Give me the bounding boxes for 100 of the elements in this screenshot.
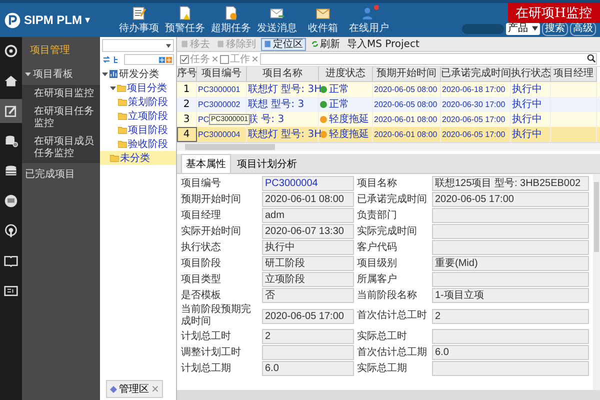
form-field[interactable]: [432, 272, 589, 287]
menu-item[interactable]: 在研项目监控: [22, 85, 100, 103]
form-field[interactable]: 6.0: [432, 345, 589, 360]
chart-icon: [109, 70, 118, 78]
field-label: 项目名称: [357, 178, 398, 190]
caret-icon[interactable]: [532, 26, 538, 31]
form-field[interactable]: 否: [262, 288, 354, 303]
tree-item[interactable]: 策划阶段: [128, 95, 168, 109]
form-field[interactable]: 2: [262, 329, 354, 344]
collapse-icon[interactable]: [110, 85, 116, 91]
table-cell: 4: [177, 127, 197, 142]
toolbar-button[interactable]: 在线用户: [346, 5, 392, 35]
menu-item[interactable]: 在研项目任务监控: [22, 103, 100, 133]
panel-tab[interactable]: 管理区 ×: [106, 380, 164, 398]
caret-icon[interactable]: [166, 44, 171, 48]
form-field[interactable]: 1-项目立项: [432, 288, 589, 303]
diamond-icon: [110, 386, 117, 392]
caret-icon[interactable]: ▾: [85, 14, 90, 26]
column-header[interactable]: 项目编号: [197, 67, 247, 82]
collapse-icon[interactable]: [102, 71, 108, 77]
form-field[interactable]: 6.0: [262, 361, 354, 376]
add-icon[interactable]: [166, 56, 172, 62]
table-row[interactable]: 2 PC3000002 联想 型号: 3 正常 2020-06-05 08:00 2020-06-30 17:00 执行中: [177, 97, 600, 112]
table-cell: PC3000001: [198, 85, 240, 94]
form-field[interactable]: 立项阶段: [262, 272, 354, 287]
field-label: 项目阶段: [181, 258, 222, 270]
field-label: 预期开始时间: [181, 194, 242, 206]
scrollbar-thumb[interactable]: [594, 182, 599, 252]
form-field[interactable]: 2020-06-07 13:30: [262, 224, 354, 239]
menu-heading: 项目管理: [29, 44, 71, 58]
toolbar-button[interactable]: 刷新: [309, 38, 342, 50]
column-header[interactable]: 执行状态: [511, 67, 551, 82]
toolbar-button[interactable]: 发送消息: [254, 5, 300, 35]
field-label: 计划总工时: [181, 330, 232, 342]
tree-item[interactable]: 立项阶段: [128, 109, 168, 123]
page-title-banner: 在研项H监控: [508, 3, 600, 23]
column-header[interactable]: 预期开始时间: [373, 67, 441, 82]
tree-search-field[interactable]: [124, 54, 174, 65]
menu-item[interactable]: 已完成项目: [22, 163, 100, 185]
form-field[interactable]: adm: [262, 208, 354, 223]
nav-tab[interactable]: [0, 99, 22, 123]
menu-item[interactable]: 在研项目成员任务监控: [22, 133, 100, 163]
form-field[interactable]: 联想125项目 型号: 3HB25EB002: [432, 176, 589, 191]
menu-item[interactable]: 项目看板: [22, 63, 100, 85]
form-field[interactable]: 重要(Mid): [432, 256, 589, 271]
tree-item[interactable]: 项目阶段: [128, 123, 168, 137]
document-icon: [223, 5, 239, 21]
column-header[interactable]: 项目经理: [551, 67, 597, 82]
toolbar-button[interactable]: 收件箱: [300, 5, 346, 35]
close-icon[interactable]: [212, 56, 218, 62]
form-field[interactable]: 2020-06-05 17:00: [262, 308, 354, 324]
form-field[interactable]: [432, 361, 589, 376]
form-field[interactable]: 2: [432, 308, 589, 324]
field-label: 项目级别: [357, 258, 398, 270]
toolbar-button[interactable]: 预警任务: [162, 5, 208, 35]
toolbar-button[interactable]: 待办事项: [116, 5, 162, 35]
form-field[interactable]: 2020-06-01 08:00: [262, 192, 354, 207]
add-icon[interactable]: [159, 56, 165, 62]
toolbar-button[interactable]: 超期任务: [208, 5, 254, 35]
close-icon[interactable]: [252, 56, 258, 62]
tree-item[interactable]: 验收阶段: [128, 137, 168, 151]
product-dropdown[interactable]: 产品: [506, 22, 540, 34]
table-row[interactable]: 1 PC3000001 联想灯 型号: 3H 正常 2020-06-05 08:00 2020-06-18 17:00 执行中: [177, 82, 600, 97]
search-icon[interactable]: [587, 54, 596, 63]
column-header[interactable]: 已承诺完成时间: [441, 67, 511, 82]
field-label: 项目编号: [181, 178, 222, 190]
form-field[interactable]: [432, 224, 589, 239]
table-row[interactable]: 4 PC3000004 联想灯 型号: 3H 轻度拖延 2020-06-01 08:00 2020-06-05 17:00 执行中: [177, 127, 600, 142]
toolbar-button[interactable]: 导入MS Project: [345, 38, 422, 50]
field-label: 首次估计总工时: [357, 310, 428, 322]
scrollbar-thumb[interactable]: [185, 144, 275, 150]
form-field[interactable]: PC3000004: [262, 176, 354, 191]
column-header[interactable]: 进度状态: [319, 67, 373, 82]
tab[interactable]: 基本属性: [181, 154, 231, 173]
search-field[interactable]: [462, 24, 504, 34]
form-field[interactable]: 研工阶段: [262, 256, 354, 271]
sync-icon[interactable]: [102, 55, 111, 64]
tree-item[interactable]: 研发分类: [119, 67, 159, 81]
field-label: 已承诺完成时间: [357, 194, 428, 206]
form-field[interactable]: [262, 345, 354, 360]
form-field[interactable]: [432, 208, 589, 223]
column-header[interactable]: 项目名称: [247, 67, 319, 82]
field-label: 计划总工期: [181, 362, 232, 374]
status-icon: [320, 131, 327, 138]
document-icon: [177, 5, 193, 21]
form-field[interactable]: 执行中: [262, 240, 354, 255]
radar-icon: [4, 44, 18, 58]
field-label: 所属客户: [357, 274, 398, 286]
form-field[interactable]: [432, 329, 589, 344]
checkmark-icon: [181, 56, 188, 62]
tree-item[interactable]: 项目分类: [127, 81, 167, 95]
collapse-icon[interactable]: [25, 71, 31, 77]
field-label: 当前阶段名称: [357, 290, 418, 302]
toolbar-button[interactable]: 定位区: [261, 38, 306, 50]
filter-field[interactable]: [260, 53, 597, 65]
document-icon: [217, 40, 225, 48]
form-field[interactable]: [432, 240, 589, 255]
form-field[interactable]: 2020-06-05 17:00: [432, 192, 589, 207]
column-header[interactable]: 序号: [177, 67, 197, 82]
tab[interactable]: 项目计划分析: [233, 154, 301, 173]
